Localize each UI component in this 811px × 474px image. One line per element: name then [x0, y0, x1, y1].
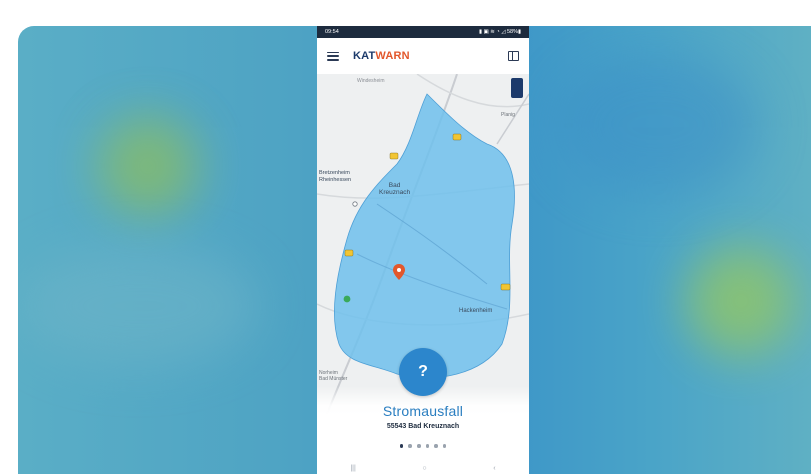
event-type-button[interactable]: ?: [399, 348, 447, 396]
nav-home-icon[interactable]: ○: [422, 465, 426, 472]
highway-shield: [389, 152, 399, 160]
app-bar: KATWARN: [317, 38, 529, 74]
page-dot[interactable]: [416, 444, 421, 448]
map-pin-center: [397, 268, 401, 272]
page-dot[interactable]: [408, 444, 412, 448]
poi-marker: [352, 201, 358, 207]
map-label-city: Bad Kreuznach: [379, 182, 411, 196]
highway-shield: [344, 249, 354, 257]
map-label: Planig: [501, 112, 515, 118]
background-blob: [18, 246, 258, 366]
warning-location: 55543 Bad Kreuznach: [386, 423, 460, 430]
status-indicators: ▮ ▣ ≋ ◔ ◿ 58%▮: [478, 29, 521, 35]
map-label: Norheim Bad Münster: [319, 370, 348, 382]
layers-icon[interactable]: [511, 78, 523, 98]
warning-title: Stromausfall: [382, 403, 464, 419]
highway-shield: [452, 133, 462, 141]
background-blob: [558, 56, 758, 196]
nav-recent-icon[interactable]: |||: [350, 465, 355, 472]
map-label: Bretzenheim Rheinhessen: [319, 170, 352, 183]
warning-sheet[interactable]: [317, 386, 529, 474]
book-icon[interactable]: [508, 51, 519, 61]
page-dot[interactable]: [425, 444, 430, 448]
background-blob: [686, 246, 796, 356]
map-road: [496, 93, 529, 145]
event-type-icon: ?: [418, 363, 428, 380]
brand-part1: KAT: [353, 50, 376, 62]
map-label: Hackenheim: [459, 308, 493, 314]
system-nav-bar: ||| ○ ‹: [317, 462, 529, 474]
phone-screen: 09:54 ▮ ▣ ≋ ◔ ◿ 58%▮ KATWARN Windesheim …: [317, 26, 529, 474]
app-logo: KATWARN: [353, 50, 410, 62]
hamburger-menu-icon[interactable]: [327, 51, 339, 61]
map-label: Windesheim: [357, 78, 385, 84]
page-dot[interactable]: [434, 444, 438, 448]
poi-marker: [343, 295, 351, 303]
status-time: 09:54: [325, 29, 339, 35]
status-bar: 09:54 ▮ ▣ ≋ ◔ ◿ 58%▮: [317, 26, 529, 38]
page-dot[interactable]: [399, 444, 404, 448]
page-indicator: [317, 444, 529, 448]
page-dot[interactable]: [442, 444, 447, 448]
brand-part2: WARN: [375, 50, 410, 62]
highway-shield: [500, 283, 511, 291]
background-blob: [98, 116, 198, 216]
nav-back-icon[interactable]: ‹: [493, 465, 495, 472]
